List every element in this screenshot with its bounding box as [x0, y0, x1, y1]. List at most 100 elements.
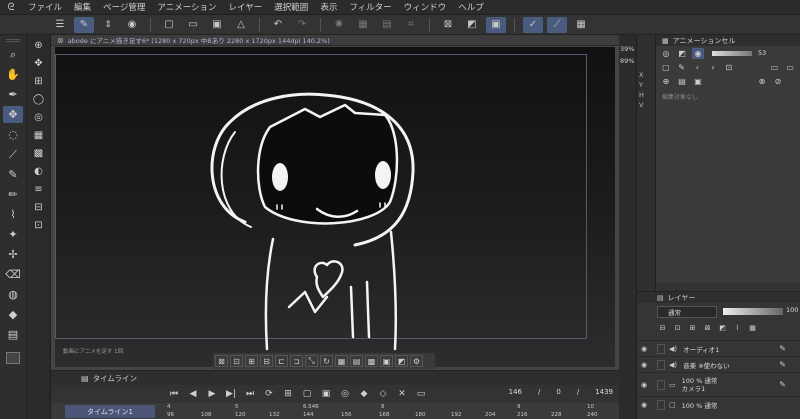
menu-file[interactable]: ファイル [22, 1, 68, 13]
lock-box[interactable] [657, 343, 665, 354]
layer-row[interactable]: ◉ ▢ 100 % 通常 [637, 396, 800, 412]
lock-box[interactable] [657, 379, 665, 390]
enable-keyframe-icon[interactable]: ◇ [376, 388, 390, 400]
save-icon[interactable]: ▣ [207, 17, 227, 33]
invert-selection-icon[interactable]: ⊞ [245, 355, 258, 367]
menu-layer[interactable]: レイヤー [223, 1, 269, 13]
approx-color-icon[interactable]: ◐ [30, 163, 48, 179]
crop-icon[interactable]: ⌗ [401, 17, 421, 33]
last-frame-icon[interactable]: ⏭ [243, 388, 257, 400]
zoom-value[interactable]: 39% [620, 45, 634, 53]
play-icon[interactable]: ▶ [205, 388, 219, 400]
draft-icon[interactable]: ⊠ [702, 322, 713, 333]
visibility-icon[interactable]: ◉ [641, 361, 653, 369]
layer-row[interactable]: ◉ ▭ 100 % 通常 カメラ1 ✎ [637, 372, 800, 396]
light-table-icon[interactable]: ◩ [676, 48, 688, 59]
loop-icon[interactable]: ⟳ [262, 388, 276, 400]
tool-selector-icon[interactable]: ✎ [74, 16, 94, 33]
menu-view[interactable]: 表示 [314, 1, 343, 13]
selection-list-icon[interactable]: ▣ [380, 355, 393, 367]
chevron-left-icon[interactable]: ‹ [691, 62, 703, 73]
close-tab-icon[interactable]: ⊗ [57, 36, 64, 45]
selection-pen-icon[interactable]: ⟋ [3, 146, 23, 163]
fill-bucket-icon[interactable]: ◆ [3, 306, 23, 323]
onion-skin-icon[interactable]: ◎ [338, 388, 352, 400]
menu-window[interactable]: ウィンドウ [398, 1, 453, 13]
layer-icon[interactable]: ▤ [676, 76, 688, 87]
clear-selection-icon[interactable]: ⊐ [290, 355, 303, 367]
visibility-icon[interactable]: ◉ [641, 345, 653, 353]
menu-animation[interactable]: アニメーション [151, 1, 222, 13]
clear-icon[interactable]: ▦ [353, 17, 373, 33]
copy-icon[interactable]: ▢ [660, 62, 672, 73]
eraser-icon[interactable]: ⌫ [3, 266, 23, 283]
layer-row[interactable]: ◉ ◀) 音楽 ※使わない ✎ [637, 356, 800, 372]
sub-view-icon[interactable]: ⊡ [30, 217, 48, 233]
hamburger-menu-icon[interactable]: ☰ [50, 17, 70, 33]
mask-icon[interactable]: ◩ [717, 322, 728, 333]
menu-help[interactable]: ヘルプ [452, 1, 490, 13]
edit-icon[interactable]: ✎ [676, 62, 688, 73]
reference-icon[interactable]: ⊞ [687, 322, 698, 333]
new-timeline-icon[interactable]: ⊞ [281, 388, 295, 400]
print-icon[interactable]: △ [231, 17, 251, 33]
opacity-slider[interactable] [712, 50, 752, 56]
border-icon[interactable]: ▣ [486, 16, 506, 33]
pen-snap-icon[interactable]: ✓ [523, 16, 543, 33]
airbrush-icon[interactable]: ✦ [3, 226, 23, 243]
document-tab[interactable]: ⊗ abode にアニメ描き足す6* (1280 x 720px 中Bあり 22… [51, 35, 619, 46]
brush-icon[interactable]: ⟋ [547, 16, 567, 33]
blend-icon[interactable]: ◍ [3, 286, 23, 303]
lock-box[interactable] [657, 359, 665, 370]
lasso-icon[interactable]: ◌ [3, 126, 23, 143]
decoration-icon[interactable]: ✢ [3, 246, 23, 263]
zoom-icon[interactable]: ⌕ [3, 46, 23, 63]
lock-box[interactable] [657, 399, 665, 410]
grid-icon[interactable]: ▦ [571, 17, 591, 33]
cel-spec-icon[interactable]: ▣ [319, 388, 333, 400]
redo-icon[interactable]: ↷ [292, 17, 312, 33]
layer-move-icon[interactable]: ✥ [30, 55, 48, 71]
layer-opacity-slider[interactable] [723, 308, 783, 315]
hand-icon[interactable]: ✋ [3, 66, 23, 83]
timeline-track-name[interactable]: タイムライン1 [65, 405, 155, 418]
snap-icon[interactable]: ✺ [329, 17, 349, 33]
settings-icon[interactable]: ⚙ [410, 355, 423, 367]
camera-icon[interactable]: ◉ [122, 17, 142, 33]
brush-icon[interactable]: ⌇ [3, 206, 23, 223]
eyedropper-icon[interactable]: ✒ [3, 86, 23, 103]
move-icon[interactable]: ✥ [3, 106, 23, 123]
folder-open-icon[interactable]: ▭ [784, 62, 796, 73]
new-file-icon[interactable]: ▢ [159, 17, 179, 33]
intermediate-color-icon[interactable]: ▩ [30, 145, 48, 161]
visibility-icon[interactable]: ◉ [641, 401, 653, 409]
transform-icon[interactable]: ⊠ [438, 17, 458, 33]
open-folder-icon[interactable]: ▭ [183, 17, 203, 33]
delete-icon[interactable]: ✕ [395, 388, 409, 400]
edit-icon[interactable]: ✎ [779, 344, 786, 353]
color-icon[interactable]: ▦ [747, 322, 758, 333]
chevron-right-icon[interactable]: › [707, 62, 719, 73]
mask-icon[interactable]: ◩ [395, 355, 408, 367]
timeline-ruler[interactable]: タイムライン1 4 5 6.546 8 9 10 96 108 120 132 … [51, 403, 619, 419]
gradient-icon[interactable]: ▤ [3, 326, 23, 343]
navigator-icon[interactable]: ⊕ [30, 37, 48, 53]
menu-selection[interactable]: 選択範囲 [268, 1, 314, 13]
shrink-selection-icon[interactable]: ⊏ [275, 355, 288, 367]
expand-selection-icon[interactable]: ⊟ [260, 355, 273, 367]
material-icon[interactable]: ⊟ [30, 199, 48, 215]
delete-icon[interactable]: ⊗ [756, 76, 768, 87]
menu-page[interactable]: ページ管理 [97, 1, 151, 13]
property-icon[interactable]: ⊞ [30, 73, 48, 89]
new-layer-icon[interactable]: ▤ [350, 355, 363, 367]
drawing-canvas[interactable]: 動画にアニメを足す 1回 [55, 47, 615, 367]
edit-icon[interactable]: ✎ [779, 360, 786, 369]
folder-icon[interactable]: ▭ [769, 62, 781, 73]
fit-icon[interactable]: ⊡ [723, 62, 735, 73]
new-cel-icon[interactable]: ▢ [300, 388, 314, 400]
image-icon[interactable]: ▣ [692, 76, 704, 87]
color-wheel-icon[interactable]: ◎ [30, 109, 48, 125]
brush-size-icon[interactable]: ◯ [30, 91, 48, 107]
color-set-icon[interactable]: ▦ [30, 127, 48, 143]
trash-icon[interactable]: ⊘ [772, 76, 784, 87]
